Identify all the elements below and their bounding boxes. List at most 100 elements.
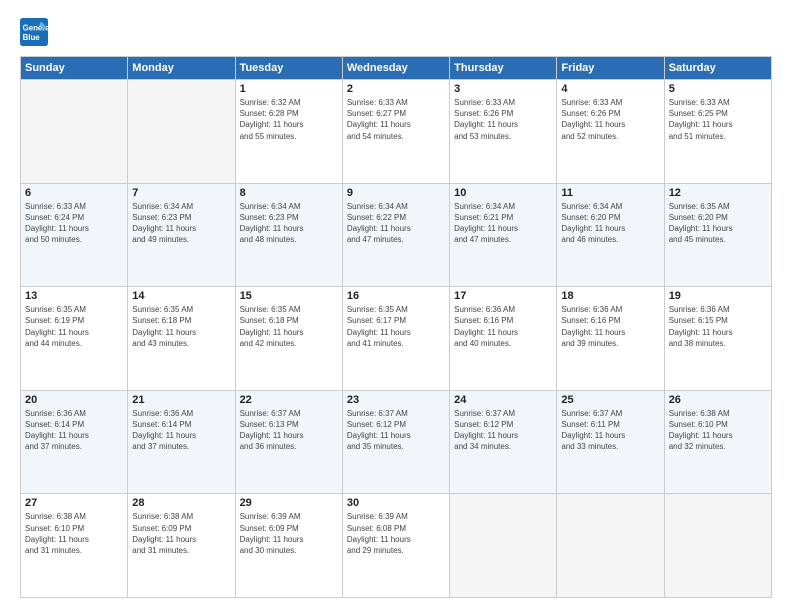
calendar-cell: 8 Sunrise: 6:34 AM Sunset: 6:23 PM Daylig… xyxy=(235,183,342,287)
day-info: Sunrise: 6:39 AM Sunset: 6:08 PM Dayligh… xyxy=(347,511,445,556)
day-info: Sunrise: 6:36 AM Sunset: 6:14 PM Dayligh… xyxy=(25,408,123,453)
day-info: Sunrise: 6:32 AM Sunset: 6:28 PM Dayligh… xyxy=(240,97,338,142)
calendar-cell: 4 Sunrise: 6:33 AM Sunset: 6:26 PM Daylig… xyxy=(557,80,664,184)
day-number: 23 xyxy=(347,394,445,406)
calendar-cell: 3 Sunrise: 6:33 AM Sunset: 6:26 PM Daylig… xyxy=(450,80,557,184)
calendar-table: SundayMondayTuesdayWednesdayThursdayFrid… xyxy=(20,56,772,598)
day-number: 30 xyxy=(347,497,445,509)
calendar-cell: 10 Sunrise: 6:34 AM Sunset: 6:21 PM Dayli… xyxy=(450,183,557,287)
calendar-cell: 9 Sunrise: 6:34 AM Sunset: 6:22 PM Daylig… xyxy=(342,183,449,287)
day-number: 1 xyxy=(240,83,338,95)
day-number: 8 xyxy=(240,187,338,199)
day-number: 13 xyxy=(25,290,123,302)
day-number: 15 xyxy=(240,290,338,302)
header-friday: Friday xyxy=(557,57,664,80)
calendar-cell: 25 Sunrise: 6:37 AM Sunset: 6:11 PM Dayli… xyxy=(557,390,664,494)
day-info: Sunrise: 6:33 AM Sunset: 6:26 PM Dayligh… xyxy=(561,97,659,142)
calendar-cell xyxy=(128,80,235,184)
day-info: Sunrise: 6:36 AM Sunset: 6:16 PM Dayligh… xyxy=(454,304,552,349)
day-number: 26 xyxy=(669,394,767,406)
calendar-cell: 18 Sunrise: 6:36 AM Sunset: 6:16 PM Dayli… xyxy=(557,287,664,391)
calendar-cell xyxy=(557,494,664,598)
day-number: 18 xyxy=(561,290,659,302)
day-number: 14 xyxy=(132,290,230,302)
day-info: Sunrise: 6:36 AM Sunset: 6:15 PM Dayligh… xyxy=(669,304,767,349)
page: General Blue SundayMondayTuesdayWednesda… xyxy=(0,0,792,612)
day-number: 9 xyxy=(347,187,445,199)
header: General Blue xyxy=(20,18,772,46)
day-number: 22 xyxy=(240,394,338,406)
header-monday: Monday xyxy=(128,57,235,80)
calendar-cell: 27 Sunrise: 6:38 AM Sunset: 6:10 PM Dayli… xyxy=(21,494,128,598)
day-info: Sunrise: 6:35 AM Sunset: 6:19 PM Dayligh… xyxy=(25,304,123,349)
logo-icon: General Blue xyxy=(20,18,48,46)
calendar-cell: 6 Sunrise: 6:33 AM Sunset: 6:24 PM Daylig… xyxy=(21,183,128,287)
day-number: 24 xyxy=(454,394,552,406)
day-number: 3 xyxy=(454,83,552,95)
day-info: Sunrise: 6:34 AM Sunset: 6:23 PM Dayligh… xyxy=(132,201,230,246)
day-number: 21 xyxy=(132,394,230,406)
day-number: 7 xyxy=(132,187,230,199)
calendar-header-row: SundayMondayTuesdayWednesdayThursdayFrid… xyxy=(21,57,772,80)
calendar-week-5: 27 Sunrise: 6:38 AM Sunset: 6:10 PM Dayli… xyxy=(21,494,772,598)
calendar-cell: 19 Sunrise: 6:36 AM Sunset: 6:15 PM Dayli… xyxy=(664,287,771,391)
day-info: Sunrise: 6:35 AM Sunset: 6:18 PM Dayligh… xyxy=(240,304,338,349)
calendar-cell: 30 Sunrise: 6:39 AM Sunset: 6:08 PM Dayli… xyxy=(342,494,449,598)
calendar-cell xyxy=(664,494,771,598)
day-info: Sunrise: 6:34 AM Sunset: 6:21 PM Dayligh… xyxy=(454,201,552,246)
calendar-cell: 24Sunrise: 6:37 AM Sunset: 6:12 PM Dayli… xyxy=(450,390,557,494)
day-info: Sunrise: 6:35 AM Sunset: 6:17 PM Dayligh… xyxy=(347,304,445,349)
day-info: Sunrise: 6:33 AM Sunset: 6:27 PM Dayligh… xyxy=(347,97,445,142)
day-number: 28 xyxy=(132,497,230,509)
day-info: Sunrise: 6:35 AM Sunset: 6:18 PM Dayligh… xyxy=(132,304,230,349)
calendar-cell: 22 Sunrise: 6:37 AM Sunset: 6:13 PM Dayli… xyxy=(235,390,342,494)
day-number: 27 xyxy=(25,497,123,509)
day-number: 6 xyxy=(25,187,123,199)
day-info: Sunrise: 6:38 AM Sunset: 6:10 PM Dayligh… xyxy=(25,511,123,556)
day-number: 19 xyxy=(669,290,767,302)
calendar-cell: 16 Sunrise: 6:35 AM Sunset: 6:17 PM Dayli… xyxy=(342,287,449,391)
calendar-cell: 2 Sunrise: 6:33 AM Sunset: 6:27 PM Daylig… xyxy=(342,80,449,184)
calendar-cell: 14 Sunrise: 6:35 AM Sunset: 6:18 PM Dayli… xyxy=(128,287,235,391)
calendar-cell: 7 Sunrise: 6:34 AM Sunset: 6:23 PM Daylig… xyxy=(128,183,235,287)
day-number: 4 xyxy=(561,83,659,95)
calendar-cell xyxy=(450,494,557,598)
day-number: 12 xyxy=(669,187,767,199)
logo: General Blue xyxy=(20,18,52,46)
day-info: Sunrise: 6:36 AM Sunset: 6:16 PM Dayligh… xyxy=(561,304,659,349)
day-info: Sunrise: 6:33 AM Sunset: 6:26 PM Dayligh… xyxy=(454,97,552,142)
calendar-cell: 5Sunrise: 6:33 AM Sunset: 6:25 PM Daylig… xyxy=(664,80,771,184)
header-saturday: Saturday xyxy=(664,57,771,80)
calendar-week-4: 20 Sunrise: 6:36 AM Sunset: 6:14 PM Dayli… xyxy=(21,390,772,494)
day-info: Sunrise: 6:34 AM Sunset: 6:20 PM Dayligh… xyxy=(561,201,659,246)
day-number: 20 xyxy=(25,394,123,406)
day-number: 2 xyxy=(347,83,445,95)
day-info: Sunrise: 6:38 AM Sunset: 6:10 PM Dayligh… xyxy=(669,408,767,453)
day-number: 16 xyxy=(347,290,445,302)
day-info: Sunrise: 6:37 AM Sunset: 6:12 PM Dayligh… xyxy=(347,408,445,453)
day-info: Sunrise: 6:34 AM Sunset: 6:22 PM Dayligh… xyxy=(347,201,445,246)
calendar-week-2: 6 Sunrise: 6:33 AM Sunset: 6:24 PM Daylig… xyxy=(21,183,772,287)
day-number: 10 xyxy=(454,187,552,199)
calendar-cell: 28 Sunrise: 6:38 AM Sunset: 6:09 PM Dayli… xyxy=(128,494,235,598)
calendar-cell: 1 Sunrise: 6:32 AM Sunset: 6:28 PM Daylig… xyxy=(235,80,342,184)
day-info: Sunrise: 6:37 AM Sunset: 6:11 PM Dayligh… xyxy=(561,408,659,453)
calendar-cell: 17 Sunrise: 6:36 AM Sunset: 6:16 PM Dayli… xyxy=(450,287,557,391)
header-tuesday: Tuesday xyxy=(235,57,342,80)
day-info: Sunrise: 6:34 AM Sunset: 6:23 PM Dayligh… xyxy=(240,201,338,246)
calendar-cell: 12Sunrise: 6:35 AM Sunset: 6:20 PM Dayli… xyxy=(664,183,771,287)
day-info: Sunrise: 6:33 AM Sunset: 6:24 PM Dayligh… xyxy=(25,201,123,246)
calendar-week-1: 1 Sunrise: 6:32 AM Sunset: 6:28 PM Daylig… xyxy=(21,80,772,184)
day-number: 11 xyxy=(561,187,659,199)
day-info: Sunrise: 6:38 AM Sunset: 6:09 PM Dayligh… xyxy=(132,511,230,556)
calendar-cell: 13 Sunrise: 6:35 AM Sunset: 6:19 PM Dayli… xyxy=(21,287,128,391)
day-number: 17 xyxy=(454,290,552,302)
calendar-cell: 29Sunrise: 6:39 AM Sunset: 6:09 PM Dayli… xyxy=(235,494,342,598)
day-info: Sunrise: 6:39 AM Sunset: 6:09 PM Dayligh… xyxy=(240,511,338,556)
calendar-cell: 26 Sunrise: 6:38 AM Sunset: 6:10 PM Dayli… xyxy=(664,390,771,494)
day-info: Sunrise: 6:37 AM Sunset: 6:13 PM Dayligh… xyxy=(240,408,338,453)
header-thursday: Thursday xyxy=(450,57,557,80)
day-number: 25 xyxy=(561,394,659,406)
svg-text:Blue: Blue xyxy=(23,33,41,42)
calendar-cell xyxy=(21,80,128,184)
